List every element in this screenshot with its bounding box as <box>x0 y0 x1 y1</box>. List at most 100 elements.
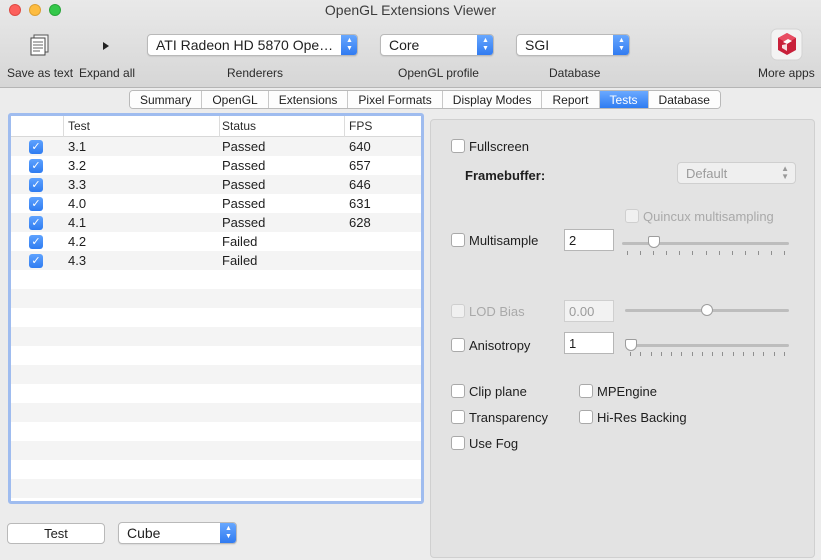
row-test-cell: 3.1 <box>68 139 87 154</box>
table-row[interactable]: ✓ 3.3 Passed 646 <box>11 175 421 194</box>
empty-table-row <box>11 327 421 346</box>
empty-table-row <box>11 441 421 460</box>
updown-chevron-icon: ▲ ▼ <box>477 35 493 55</box>
tab-extensions[interactable]: Extensions <box>268 91 349 108</box>
multisample-slider[interactable] <box>622 242 789 245</box>
updown-chevron-icon: ▲ ▼ <box>220 523 236 543</box>
row-status-cell: Failed <box>222 234 258 249</box>
more-apps-button[interactable] <box>770 28 803 61</box>
clip-plane-checkbox[interactable] <box>451 384 465 398</box>
table-row[interactable]: ✓ 3.1 Passed 640 <box>11 137 421 156</box>
fullscreen-checkbox[interactable] <box>451 139 465 153</box>
expand-all-label: Expand all <box>79 66 136 80</box>
shape-select[interactable]: Cube ▲ ▼ <box>118 522 237 544</box>
column-header-enabled[interactable] <box>11 116 64 137</box>
app-logo-icon <box>770 28 803 61</box>
column-header-fps[interactable]: FPS <box>345 116 421 137</box>
transparency-checkbox[interactable] <box>451 410 465 424</box>
hires-backing-label: Hi-Res Backing <box>597 410 687 425</box>
anisotropy-slider[interactable] <box>625 344 789 347</box>
database-select[interactable]: SGI ▲ ▼ <box>516 34 630 56</box>
lod-bias-checkbox[interactable] <box>451 304 465 318</box>
more-apps-label: More apps <box>758 66 815 80</box>
hires-backing-checkbox[interactable] <box>579 410 593 424</box>
framebuffer-label: Framebuffer: <box>465 168 546 183</box>
document-stack-icon <box>30 34 49 56</box>
checkmark-icon[interactable]: ✓ <box>29 159 43 174</box>
save-as-text-button[interactable] <box>28 33 52 57</box>
row-status-cell: Failed <box>222 253 258 268</box>
table-row[interactable]: ✓ 4.1 Passed 628 <box>11 213 421 232</box>
window-title: OpenGL Extensions Viewer <box>324 2 497 18</box>
opengl-profile-select[interactable]: Core ▲ ▼ <box>380 34 494 56</box>
multisample-checkbox[interactable] <box>451 233 465 247</box>
expand-all-button[interactable] <box>101 39 111 50</box>
row-fps-cell: 628 <box>349 215 371 230</box>
tab-report[interactable]: Report <box>542 91 600 108</box>
empty-table-row <box>11 422 421 441</box>
checkmark-icon[interactable]: ✓ <box>29 235 43 250</box>
anisotropy-checkbox[interactable] <box>451 338 465 352</box>
test-button[interactable]: Test <box>7 523 105 544</box>
lod-bias-field[interactable]: 0.00 <box>564 300 614 322</box>
table-row[interactable]: ✓ 3.2 Passed 657 <box>11 156 421 175</box>
renderers-label: Renderers <box>227 66 284 80</box>
use-fog-checkbox[interactable] <box>451 436 465 450</box>
row-fps-cell: 631 <box>349 196 371 211</box>
anisotropy-field[interactable]: 1 <box>564 332 614 354</box>
empty-table-row <box>11 308 421 327</box>
multisample-slider-knob[interactable] <box>648 236 661 248</box>
tab-tests[interactable]: Tests <box>599 91 649 108</box>
table-row[interactable]: ✓ 4.0 Passed 631 <box>11 194 421 213</box>
row-test-cell: 3.3 <box>68 177 87 192</box>
multisample-slider-ticks <box>627 251 785 256</box>
save-as-text-label: Save as text <box>7 66 74 80</box>
checkmark-icon[interactable]: ✓ <box>29 216 43 231</box>
checkmark-icon[interactable]: ✓ <box>29 178 43 193</box>
column-header-status[interactable]: Status <box>220 116 345 137</box>
row-enabled-cell: ✓ <box>11 177 64 193</box>
tab-opengl[interactable]: OpenGL <box>202 91 269 108</box>
multisample-field[interactable]: 2 <box>564 229 614 251</box>
anisotropy-slider-knob[interactable] <box>625 339 637 351</box>
quincux-label: Quincux multisampling <box>643 209 774 224</box>
empty-table-row <box>11 346 421 365</box>
lod-bias-slider-knob[interactable] <box>701 304 713 316</box>
lod-bias-label: LOD Bias <box>469 304 525 319</box>
row-test-cell: 4.2 <box>68 234 87 249</box>
checkmark-icon[interactable]: ✓ <box>29 140 43 155</box>
empty-table-row <box>11 384 421 403</box>
empty-table-row <box>11 289 421 308</box>
table-row[interactable]: ✓ 4.3 Failed <box>11 251 421 270</box>
updown-chevron-icon: ▲ ▼ <box>781 164 789 181</box>
tab-summary[interactable]: Summary <box>130 91 203 108</box>
toolbar: OpenGL Extensions Viewer Save as text Ex… <box>0 0 821 88</box>
multisample-label: Multisample <box>469 233 539 248</box>
tab-display-modes[interactable]: Display Modes <box>442 91 543 108</box>
column-header-test[interactable]: Test <box>64 116 220 137</box>
row-test-cell: 4.1 <box>68 215 87 230</box>
row-status-cell: Passed <box>222 196 266 211</box>
tab-database[interactable]: Database <box>648 91 720 108</box>
empty-table-row <box>11 460 421 479</box>
row-enabled-cell: ✓ <box>11 253 64 269</box>
row-enabled-cell: ✓ <box>11 234 64 250</box>
empty-table-row <box>11 403 421 422</box>
renderer-select[interactable]: ATI Radeon HD 5870 OpenG... ▲ ▼ <box>147 34 358 56</box>
mpengine-checkbox[interactable] <box>579 384 593 398</box>
table-row[interactable]: ✓ 4.2 Failed <box>11 232 421 251</box>
fullscreen-label: Fullscreen <box>469 139 529 154</box>
disclosure-triangle-icon <box>103 42 109 50</box>
table-header: Test Status FPS <box>11 116 421 137</box>
tab-pixel-formats[interactable]: Pixel Formats <box>348 91 443 108</box>
row-enabled-cell: ✓ <box>11 139 64 155</box>
renderer-select-value: ATI Radeon HD 5870 OpenG... <box>156 37 350 53</box>
quincux-checkbox[interactable] <box>625 209 639 223</box>
framebuffer-select[interactable]: Default ▲ ▼ <box>677 162 796 184</box>
table-body: ✓ 3.1 Passed 640 ✓ 3.2 Passed 657 ✓ 3.3 Passed 646 ✓… <box>11 137 421 498</box>
test-options-panel: Fullscreen Framebuffer: Default ▲ ▼ Quinc… <box>430 119 815 558</box>
updown-chevron-icon: ▲ ▼ <box>613 35 629 55</box>
tests-table[interactable]: Test Status FPS ✓ 3.1 Passed 640 ✓ 3.2 Passed 6… <box>8 113 424 504</box>
checkmark-icon[interactable]: ✓ <box>29 254 43 269</box>
checkmark-icon[interactable]: ✓ <box>29 197 43 212</box>
